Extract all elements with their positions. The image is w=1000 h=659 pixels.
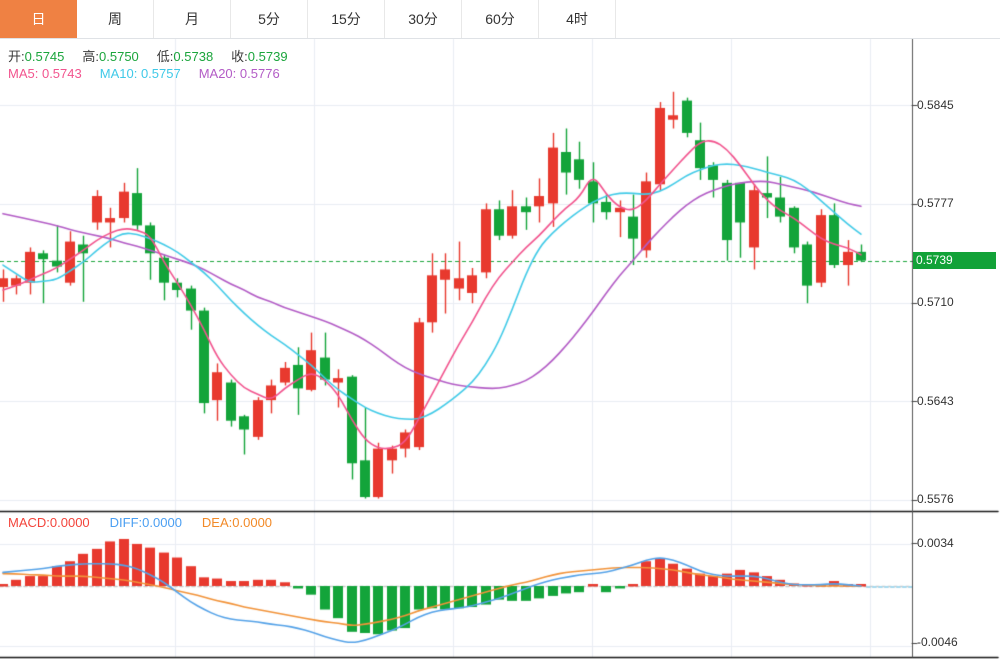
interval-tabbar: 日 周 月 5分 15分 30分 60分 4时 bbox=[0, 0, 1000, 39]
tab-interval-month[interactable]: 月 bbox=[154, 0, 231, 38]
macd-axis-label: -0.0046 bbox=[917, 635, 958, 649]
tab-interval-15min[interactable]: 15分 bbox=[308, 0, 385, 38]
tab-interval-5min[interactable]: 5分 bbox=[231, 0, 308, 38]
macd-value: MACD:0.0000 bbox=[8, 515, 90, 530]
tab-interval-30min[interactable]: 30分 bbox=[385, 0, 462, 38]
price-axis-label: 0.5777 bbox=[917, 196, 954, 210]
price-axis-label: 0.5845 bbox=[917, 98, 954, 112]
ma5-value: MA5: 0.5743 bbox=[8, 66, 82, 81]
macd-axis-label: 0.0034 bbox=[917, 536, 954, 550]
low-value: 低:0.5738 bbox=[157, 46, 213, 65]
ma10-value: MA10: 0.5757 bbox=[100, 66, 181, 81]
open-value: 开:0.5745 bbox=[8, 46, 64, 65]
price-axis-label: 0.5710 bbox=[917, 295, 954, 309]
price-axis-label: 0.5576 bbox=[917, 492, 954, 506]
price-axis-label: 0.5643 bbox=[917, 394, 954, 408]
high-value: 高:0.5750 bbox=[82, 46, 138, 65]
dea-value: DEA:0.0000 bbox=[202, 515, 272, 530]
tab-interval-week[interactable]: 周 bbox=[77, 0, 154, 38]
kline-app: 日 周 月 5分 15分 30分 60分 4时 开:0.5745 高:0.575… bbox=[0, 0, 1000, 659]
tab-interval-day[interactable]: 日 bbox=[0, 0, 77, 38]
kline-chart-canvas[interactable] bbox=[0, 0, 1000, 659]
close-value: 收:0.5739 bbox=[231, 46, 287, 65]
ma-legend: MA5: 0.5743 MA10: 0.5757 MA20: 0.5776 bbox=[8, 66, 280, 81]
macd-legend: MACD:0.0000 DIFF:0.0000 DEA:0.0000 bbox=[8, 515, 272, 530]
ohlc-legend: 开:0.5745 高:0.5750 低:0.5738 收:0.5739 bbox=[8, 46, 288, 65]
ma20-value: MA20: 0.5776 bbox=[199, 66, 280, 81]
tab-interval-60min[interactable]: 60分 bbox=[462, 0, 539, 38]
current-price-badge: 0.5739 bbox=[913, 252, 996, 269]
tab-interval-4hour[interactable]: 4时 bbox=[539, 0, 616, 38]
diff-value: DIFF:0.0000 bbox=[110, 515, 182, 530]
